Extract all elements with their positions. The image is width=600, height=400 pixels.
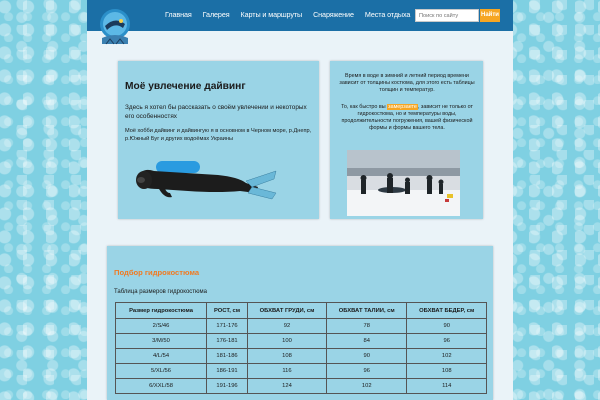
hobby-card: Моё увлечение дайвинг Здесь я хотел бы р… [118, 61, 319, 219]
nav-gallery[interactable]: Галерея [203, 10, 230, 19]
table-cell: 6/XXL/58 [114, 378, 208, 394]
table-cell: 102 [325, 378, 408, 394]
search-input[interactable] [415, 9, 479, 22]
table-cell: 84 [325, 333, 408, 349]
table-cell: 92 [247, 318, 327, 334]
table-cell: 5/XL/56 [114, 363, 208, 379]
column-header: Размер гидрокостюма [114, 302, 208, 319]
table-cell: 90 [406, 318, 487, 334]
table-cell: 4/L/54 [114, 348, 208, 364]
table-cell: 100 [247, 333, 327, 349]
hobby-title: Моё увлечение дайвинг [125, 81, 246, 92]
size-table-caption: Таблица размеров гидрокостюма [114, 289, 207, 295]
table-row: 2/S/46 171-176 92 78 90 [114, 318, 487, 334]
column-header: ОБХВАТ БЕДЕР, см [406, 302, 487, 319]
ice-diving-photo [347, 150, 460, 216]
dress-text: То, как быстро вы замерзаете, зависит не… [337, 104, 477, 132]
nav-places[interactable]: Места отдыха [365, 10, 411, 19]
nav-equipment[interactable]: Снаряжение [313, 10, 354, 19]
table-cell: 90 [325, 348, 408, 364]
table-row: 6/XXL/58 191-196 124 102 114 [114, 378, 487, 394]
hobby-text: Моё хобби дайвинг и дайвингую я в основн… [125, 128, 312, 142]
column-header: РОСТ, см [206, 302, 249, 319]
main-nav: Главная Галерея Карты и маршруты Снаряже… [165, 10, 410, 19]
column-header: ОБХВАТ ГРУДИ, см [247, 302, 327, 319]
table-cell: 2/S/46 [114, 318, 208, 334]
nav-home[interactable]: Главная [165, 10, 192, 19]
table-cell: 191-196 [206, 378, 249, 394]
size-table-title: Подбор гидрокостюма [114, 268, 200, 277]
table-row: 4/L/54 181-186 108 90 102 [114, 348, 487, 364]
season-text: Время в воде в зимний и летний период вр… [339, 73, 475, 93]
page: Главная Галерея Карты и маршруты Снаряже… [87, 0, 513, 400]
table-cell: 116 [247, 363, 327, 379]
season-card: Время в воде в зимний и летний период вр… [330, 61, 483, 219]
table-cell: 124 [247, 378, 327, 394]
table-cell: 108 [406, 363, 487, 379]
table-row: 5/XL/56 186-191 116 96 108 [114, 363, 487, 379]
size-table: Размер гидрокостюма РОСТ, см ОБХВАТ ГРУД… [114, 302, 487, 394]
table-cell: 171-176 [206, 318, 249, 334]
table-cell: 96 [325, 363, 408, 379]
table-cell: 108 [247, 348, 327, 364]
table-cell: 3/M/50 [114, 333, 208, 349]
header: Главная Галерея Карты и маршруты Снаряже… [87, 0, 513, 31]
table-cell: 114 [406, 378, 487, 394]
table-row: 3/M/50 176-181 100 84 96 [114, 333, 487, 349]
search-button[interactable]: Найти [480, 9, 500, 22]
table-cell: 186-191 [206, 363, 249, 379]
dress-text-part: То, как быстро вы [341, 104, 388, 110]
table-cell: 176-181 [206, 333, 249, 349]
table-cell: 78 [325, 318, 408, 334]
table-cell: 102 [406, 348, 487, 364]
size-table-card: Подбор гидрокостюма Таблица размеров гид… [107, 246, 493, 400]
table-cell: 96 [406, 333, 487, 349]
hobby-intro: Здесь я хотел бы рассказать о своём увле… [125, 104, 307, 120]
column-header: ОБХВАТ ТАЛИИ, см [325, 302, 408, 319]
diver-illustration [136, 161, 277, 200]
nav-maps[interactable]: Карты и маршруты [241, 10, 303, 19]
diver-logo-icon[interactable] [97, 4, 133, 48]
table-cell: 181-186 [206, 348, 249, 364]
highlighted-word: замерзаете [387, 104, 418, 110]
table-header-row: Размер гидрокостюма РОСТ, см ОБХВАТ ГРУД… [114, 302, 487, 319]
